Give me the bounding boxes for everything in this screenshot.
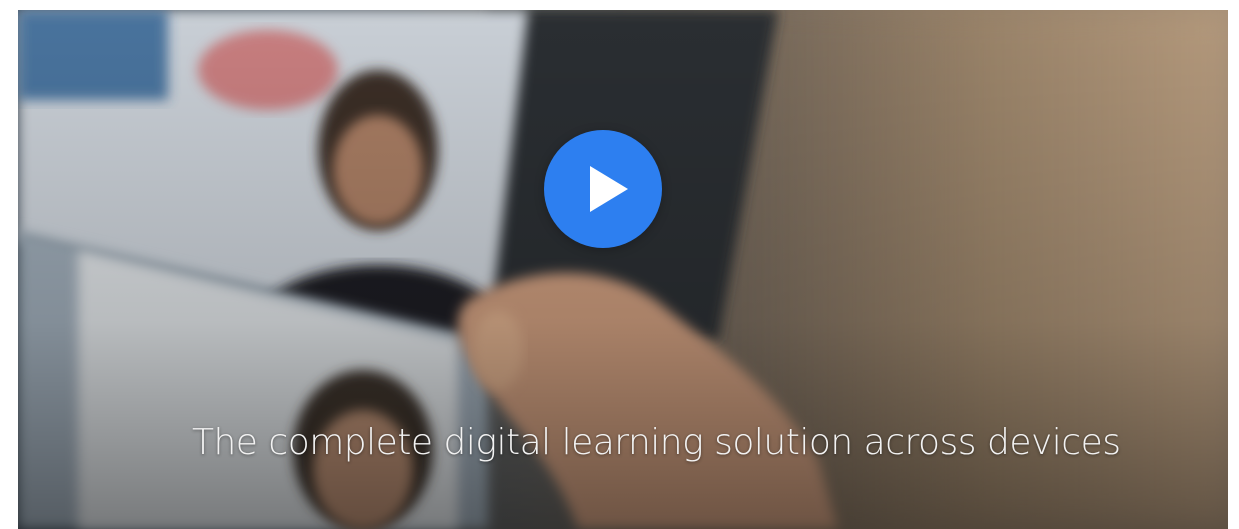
play-icon <box>590 166 628 212</box>
hero-caption: The complete digital learning solution a… <box>192 422 1121 463</box>
play-button[interactable] <box>544 130 662 248</box>
hero-video-banner[interactable]: The complete digital learning solution a… <box>18 10 1228 529</box>
